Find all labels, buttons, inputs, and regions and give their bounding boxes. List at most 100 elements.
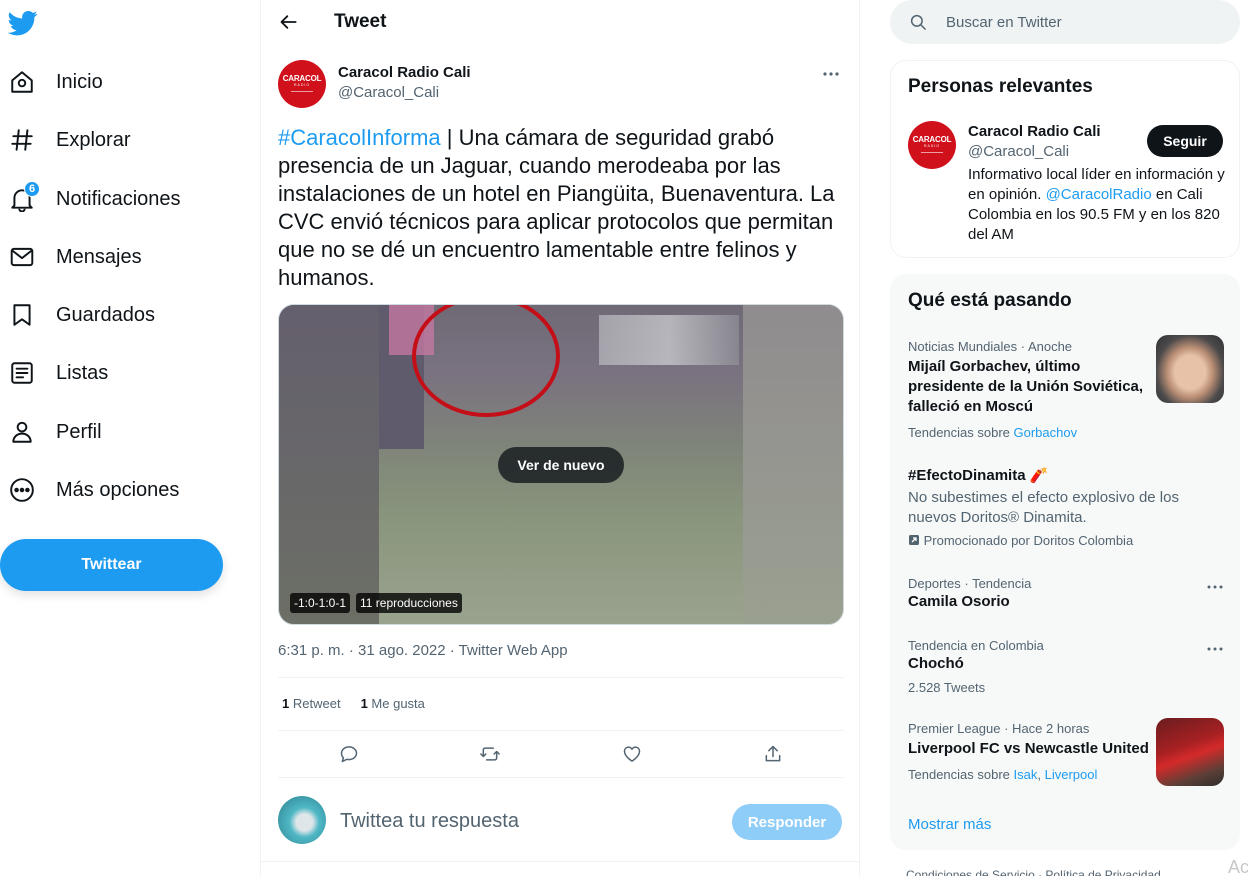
avatar-logo-rule bbox=[921, 152, 943, 154]
nav-label-listas: Listas bbox=[56, 361, 109, 384]
bio-mention-link[interactable]: @CaracolRadio bbox=[1046, 186, 1152, 203]
tweet-actions bbox=[261, 740, 859, 768]
divider bbox=[278, 777, 844, 778]
trends-title: Qué está pasando bbox=[908, 290, 1072, 311]
author-avatar[interactable]: CARACOL RADIO bbox=[278, 60, 326, 108]
video-frame-objects bbox=[599, 315, 739, 365]
home-icon bbox=[8, 68, 36, 96]
relevant-handle[interactable]: @Caracol_Cali bbox=[968, 143, 1069, 160]
nav-item-listas[interactable]: Listas bbox=[8, 348, 108, 398]
trend-link-liverpool[interactable]: Liverpool bbox=[1045, 767, 1098, 782]
retweet-icon[interactable] bbox=[476, 740, 504, 768]
avatar-logo-text: CARACOL bbox=[282, 73, 322, 83]
search-input[interactable]: Buscar en Twitter bbox=[946, 14, 1062, 31]
likes-count: 1 bbox=[360, 696, 368, 711]
more-circle-icon bbox=[8, 476, 36, 504]
nav-label-inicio: Inicio bbox=[56, 70, 103, 93]
trend-item[interactable]: Noticias Mundiales · Anoche Mijaíl Gorba… bbox=[891, 335, 1241, 445]
nav-item-notificaciones[interactable]: 6 Notificaciones bbox=[8, 174, 181, 224]
page-header: Tweet bbox=[261, 0, 859, 44]
nav-label-perfil: Perfil bbox=[56, 420, 102, 443]
nav-label-guardados: Guardados bbox=[56, 303, 155, 326]
likes-label: Me gusta bbox=[371, 696, 425, 711]
share-icon[interactable] bbox=[759, 740, 787, 768]
bell-icon: 6 bbox=[8, 181, 40, 213]
reply-input[interactable]: Twittea tu respuesta bbox=[340, 810, 519, 833]
promoted-label: Promocionado por Doritos Colombia bbox=[908, 533, 1133, 548]
trend-link-separator: , bbox=[1037, 767, 1045, 782]
nav-item-explorar[interactable]: Explorar bbox=[8, 115, 130, 165]
trend-item[interactable]: Deportes · Tendencia Camila Osorio bbox=[891, 575, 1241, 619]
like-heart-icon[interactable] bbox=[618, 740, 646, 768]
envelope-icon bbox=[8, 243, 36, 271]
nav-label-mensajes: Mensajes bbox=[56, 245, 142, 268]
trend-context: Deportes · Tendencia bbox=[908, 576, 1032, 591]
author-name[interactable]: Caracol Radio Cali bbox=[338, 64, 471, 81]
twittear-button[interactable]: Twittear bbox=[0, 539, 223, 591]
nav-item-mensajes[interactable]: Mensajes bbox=[8, 232, 142, 282]
list-icon bbox=[8, 359, 36, 387]
nav-item-inicio[interactable]: Inicio bbox=[8, 57, 103, 107]
user-avatar[interactable] bbox=[278, 796, 326, 844]
trends-card: Qué está pasando Noticias Mundiales · An… bbox=[890, 274, 1240, 850]
trend-item[interactable]: Tendencia en Colombia Chochó 2.528 Tweet… bbox=[891, 637, 1241, 699]
avatar-logo-text: CARACOL bbox=[912, 134, 952, 144]
more-options-icon[interactable] bbox=[821, 64, 841, 84]
trend-item[interactable]: Premier League · Hace 2 horas Liverpool … bbox=[891, 718, 1241, 788]
trend-title: Camila Osorio bbox=[908, 593, 1010, 610]
likes-stat[interactable]: 1 Me gusta bbox=[361, 696, 425, 711]
footer-links[interactable]: Condiciones de Servicio · Política de Pr… bbox=[906, 868, 1161, 876]
search-icon bbox=[908, 12, 928, 32]
left-nav: Inicio Explorar 6 Notificaciones Mensaje… bbox=[0, 0, 260, 876]
reply-icon[interactable] bbox=[335, 740, 363, 768]
nav-label-notificaciones: Notificaciones bbox=[56, 187, 181, 210]
person-icon bbox=[8, 418, 36, 446]
trend-context: Premier League · Hace 2 horas bbox=[908, 721, 1090, 736]
back-arrow-icon[interactable] bbox=[275, 8, 303, 36]
trend-context: Tendencia en Colombia bbox=[908, 638, 1044, 653]
replay-button[interactable]: Ver de nuevo bbox=[498, 447, 624, 483]
trend-description: No subestimes el efecto explosivo de los… bbox=[908, 489, 1179, 526]
trend-more-icon[interactable] bbox=[1203, 641, 1227, 657]
trend-sub-prefix: Tendencias sobre bbox=[908, 767, 1014, 782]
tweet-stats: 1 Retweet 1 Me gusta bbox=[282, 696, 425, 711]
avatar-logo-subtext: RADIO bbox=[923, 143, 941, 148]
video-frame-left bbox=[279, 305, 379, 624]
twitter-bird-icon[interactable] bbox=[7, 8, 40, 40]
hashtag-link[interactable]: #CaracolInforma bbox=[278, 125, 441, 150]
trend-link-gorbachov[interactable]: Gorbachov bbox=[1014, 425, 1078, 440]
nav-item-guardados[interactable]: Guardados bbox=[8, 290, 155, 340]
relevant-name[interactable]: Caracol Radio Cali bbox=[968, 123, 1101, 140]
retweets-stat[interactable]: 1 Retweet bbox=[282, 696, 341, 711]
trend-more-icon[interactable] bbox=[1203, 579, 1227, 595]
trend-title: Mijaíl Gorbachev, último presidente de l… bbox=[908, 358, 1144, 415]
nav-item-mas-opciones[interactable]: Más opciones bbox=[8, 465, 179, 515]
search-box[interactable]: Buscar en Twitter bbox=[890, 0, 1240, 44]
tweet-timestamp[interactable]: 6:31 p. m. · 31 ago. 2022 · Twitter Web … bbox=[278, 642, 568, 659]
divider bbox=[278, 677, 844, 678]
relevant-avatar[interactable]: CARACOL RADIO bbox=[908, 121, 956, 169]
divider bbox=[278, 730, 844, 731]
right-sidebar: Buscar en Twitter Personas relevantes CA… bbox=[890, 0, 1240, 876]
relevant-people-card: Personas relevantes CARACOL RADIO Caraco… bbox=[890, 60, 1240, 258]
avatar-logo-subtext: RADIO bbox=[293, 82, 311, 87]
show-more-link[interactable]: Mostrar más bbox=[908, 816, 991, 833]
trend-sub-prefix: Tendencias sobre bbox=[908, 425, 1014, 440]
nav-label-explorar: Explorar bbox=[56, 128, 131, 151]
trend-context: Noticias Mundiales · Anoche bbox=[908, 339, 1073, 354]
hashtag-icon bbox=[8, 126, 36, 154]
promoted-trend-item[interactable]: #EfectoDinamita 🧨 No subestimes el efect… bbox=[891, 463, 1241, 553]
promoted-icon bbox=[909, 535, 919, 545]
nav-item-perfil[interactable]: Perfil bbox=[8, 407, 102, 457]
author-handle[interactable]: @Caracol_Cali bbox=[338, 84, 439, 101]
main-column: Tweet CARACOL RADIO Caracol Radio Cali @… bbox=[260, 0, 860, 876]
follow-button[interactable]: Seguir bbox=[1147, 125, 1223, 157]
trend-subtitle: Tendencias sobre Isak, Liverpool bbox=[908, 767, 1097, 782]
video-player[interactable]: Ver de nuevo -1:0-1:0-1 11 reproduccione… bbox=[278, 304, 844, 625]
retweets-label: Retweet bbox=[292, 696, 341, 711]
trend-title: Liverpool FC vs Newcastle United bbox=[908, 740, 1149, 757]
page-title: Tweet bbox=[334, 11, 387, 32]
responder-button[interactable]: Responder bbox=[732, 804, 842, 840]
trend-link-isak[interactable]: Isak bbox=[1014, 767, 1038, 782]
retweets-count: 1 bbox=[282, 696, 290, 711]
